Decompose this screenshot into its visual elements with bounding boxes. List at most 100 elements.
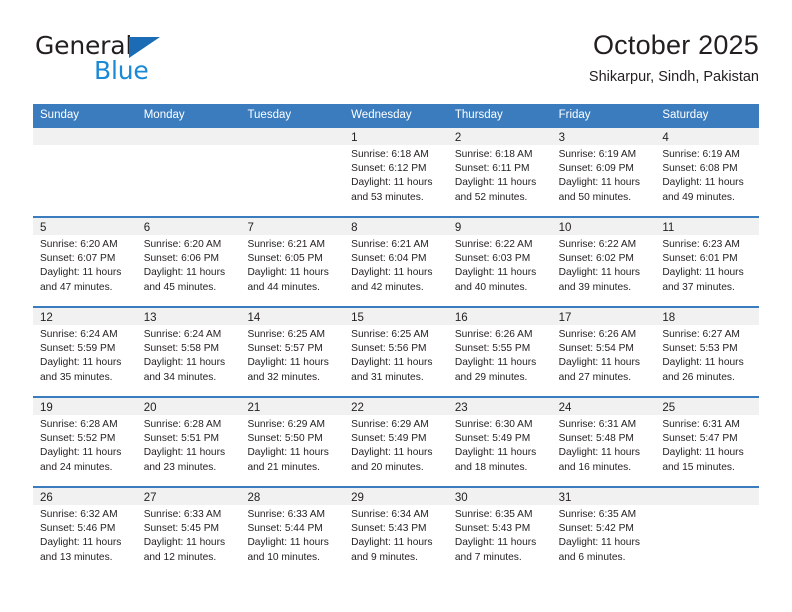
general-blue-logo: General Blue [33,32,223,88]
calendar-day-cell[interactable]: 27 Sunrise: 6:33 AM Sunset: 5:45 PM Dayl… [136,488,241,576]
calendar-week-row: 19 Sunrise: 6:28 AM Sunset: 5:52 PM Dayl… [33,396,760,486]
calendar-day-cell[interactable]: 24 Sunrise: 6:31 AM Sunset: 5:48 PM Dayl… [551,398,656,486]
day-number: 28 [247,492,261,504]
daylight-text-line1: Daylight: 11 hours [40,537,122,549]
daylight-text-line1: Daylight: 11 hours [662,447,744,459]
calendar-day-cell[interactable]: 2 Sunrise: 6:18 AM Sunset: 6:11 PM Dayli… [447,128,552,216]
day-number: 16 [454,312,468,324]
day-number: 9 [454,222,462,234]
sunrise-text: Sunrise: 6:24 AM [40,329,118,340]
sunset-text: Sunset: 5:50 PM [247,433,323,445]
weekday-friday: Friday [558,109,591,121]
day-number: 23 [454,402,468,414]
day-number: 12 [40,312,53,324]
calendar-day-cell[interactable]: 19 Sunrise: 6:28 AM Sunset: 5:52 PM Dayl… [33,398,137,486]
calendar-day-cell[interactable]: 16 Sunrise: 6:26 AM Sunset: 5:55 PM Dayl… [447,308,552,396]
calendar-day-cell[interactable]: 10 Sunrise: 6:22 AM Sunset: 6:02 PM Dayl… [551,218,656,306]
sunset-text: Sunset: 6:09 PM [558,163,634,175]
calendar-day-cell[interactable]: 17 Sunrise: 6:26 AM Sunset: 5:54 PM Dayl… [551,308,656,396]
calendar-day-cell[interactable]: 7 Sunrise: 6:21 AM Sunset: 6:05 PM Dayli… [240,218,345,306]
daylight-text-line2: and 44 minutes. [247,281,320,293]
calendar-week-row: 1 Sunrise: 6:18 AM Sunset: 6:12 PM Dayli… [33,126,760,216]
calendar-day-cell[interactable]: 25 Sunrise: 6:31 AM Sunset: 5:47 PM Dayl… [655,398,760,486]
calendar-day-cell[interactable]: 28 Sunrise: 6:33 AM Sunset: 5:44 PM Dayl… [240,488,345,576]
sunset-text: Sunset: 5:51 PM [143,433,220,445]
calendar-day-cell[interactable]: 11 Sunrise: 6:23 AM Sunset: 6:01 PM Dayl… [655,218,760,306]
calendar-day-cell[interactable]: 21 Sunrise: 6:29 AM Sunset: 5:50 PM Dayl… [240,398,345,486]
sunset-text: Sunset: 6:11 PM [454,163,530,175]
calendar-day-cell[interactable] [240,128,345,216]
logo-text-blue: Blue [94,56,149,85]
calendar-day-cell[interactable]: 12 Sunrise: 6:24 AM Sunset: 5:59 PM Dayl… [33,308,137,396]
daylight-text-line2: and 13 minutes. [40,551,113,563]
sunset-text: Sunset: 6:08 PM [662,163,738,175]
calendar-day-cell[interactable]: 31 Sunrise: 6:35 AM Sunset: 5:42 PM Dayl… [551,488,656,576]
calendar-day-cell[interactable] [33,128,137,216]
daylight-text-line1: Daylight: 11 hours [662,357,744,369]
calendar-day-cell[interactable]: 30 Sunrise: 6:35 AM Sunset: 5:43 PM Dayl… [447,488,552,576]
sunset-text: Sunset: 5:48 PM [558,433,634,445]
daylight-text-line1: Daylight: 11 hours [454,177,537,189]
sunset-text: Sunset: 6:03 PM [454,253,531,265]
daylight-text-line1: Daylight: 11 hours [662,177,744,189]
day-number: 19 [40,402,53,414]
daylight-text-line1: Daylight: 11 hours [247,267,329,279]
calendar-day-cell[interactable]: 15 Sunrise: 6:25 AM Sunset: 5:56 PM Dayl… [344,308,448,396]
sunrise-text: Sunrise: 6:30 AM [454,419,533,430]
calendar-day-cell[interactable]: 4 Sunrise: 6:19 AM Sunset: 6:08 PM Dayli… [655,128,760,216]
calendar-day-cell[interactable]: 3 Sunrise: 6:19 AM Sunset: 6:09 PM Dayli… [551,128,656,216]
calendar-day-cell[interactable]: 22 Sunrise: 6:29 AM Sunset: 5:49 PM Dayl… [344,398,448,486]
sunset-text: Sunset: 5:42 PM [558,523,634,535]
daylight-text-line2: and 39 minutes. [558,281,632,293]
day-number: 24 [558,402,572,414]
calendar-day-cell[interactable] [136,128,241,216]
calendar-week-row: 26 Sunrise: 6:32 AM Sunset: 5:46 PM Dayl… [33,486,760,576]
daylight-text-line2: and 34 minutes. [143,371,217,383]
calendar-day-cell[interactable]: 6 Sunrise: 6:20 AM Sunset: 6:06 PM Dayli… [136,218,241,306]
day-number: 7 [247,222,254,234]
daylight-text-line2: and 29 minutes. [454,371,528,383]
daylight-text-line1: Daylight: 11 hours [247,357,329,369]
calendar-day-cell[interactable]: 1 Sunrise: 6:18 AM Sunset: 6:12 PM Dayli… [344,128,448,216]
day-number: 27 [143,492,157,504]
calendar-week-row: 12 Sunrise: 6:24 AM Sunset: 5:59 PM Dayl… [33,306,760,396]
sunrise-text: Sunrise: 6:22 AM [454,239,533,250]
daylight-text-line1: Daylight: 11 hours [143,267,226,279]
sunset-text: Sunset: 6:04 PM [351,253,427,265]
weekday-header-row: Sunday Monday Tuesday Wednesday Thursday… [33,104,759,126]
day-number: 17 [558,312,572,324]
calendar-day-cell[interactable]: 20 Sunrise: 6:28 AM Sunset: 5:51 PM Dayl… [136,398,241,486]
sunrise-text: Sunrise: 6:28 AM [40,419,118,430]
daylight-text-line2: and 10 minutes. [247,551,320,563]
calendar-day-cell[interactable]: 8 Sunrise: 6:21 AM Sunset: 6:04 PM Dayli… [344,218,448,306]
day-number: 1 [351,132,358,144]
calendar-day-cell[interactable]: 23 Sunrise: 6:30 AM Sunset: 5:49 PM Dayl… [447,398,552,486]
calendar-day-cell[interactable]: 26 Sunrise: 6:32 AM Sunset: 5:46 PM Dayl… [33,488,137,576]
sunset-text: Sunset: 6:12 PM [351,163,427,175]
daylight-text-line2: and 35 minutes. [40,371,113,383]
daylight-text-line2: and 27 minutes. [558,371,632,383]
calendar-day-cell[interactable]: 18 Sunrise: 6:27 AM Sunset: 5:53 PM Dayl… [655,308,760,396]
calendar-day-cell[interactable] [655,488,760,576]
sunset-text: Sunset: 5:55 PM [454,343,531,355]
calendar-week-row: 5 Sunrise: 6:20 AM Sunset: 6:07 PM Dayli… [33,216,760,306]
day-number: 15 [351,312,364,324]
calendar-day-cell[interactable]: 5 Sunrise: 6:20 AM Sunset: 6:07 PM Dayli… [33,218,137,306]
daylight-text-line1: Daylight: 11 hours [351,537,433,549]
sunrise-text: Sunrise: 6:32 AM [40,509,118,520]
calendar-day-cell[interactable]: 29 Sunrise: 6:34 AM Sunset: 5:43 PM Dayl… [344,488,448,576]
daylight-text-line1: Daylight: 11 hours [558,447,640,459]
sunset-text: Sunset: 5:53 PM [662,343,738,355]
sunset-text: Sunset: 5:44 PM [247,523,323,535]
sunrise-text: Sunrise: 6:34 AM [351,509,429,520]
calendar-day-cell[interactable]: 9 Sunrise: 6:22 AM Sunset: 6:03 PM Dayli… [447,218,552,306]
day-number: 29 [351,492,364,504]
daylight-text-line1: Daylight: 11 hours [454,537,537,549]
daylight-text-line1: Daylight: 11 hours [143,537,226,549]
sunset-text: Sunset: 5:56 PM [351,343,427,355]
daylight-text-line2: and 40 minutes. [454,281,528,293]
sunset-text: Sunset: 5:43 PM [351,523,427,535]
calendar-day-cell[interactable]: 14 Sunrise: 6:25 AM Sunset: 5:57 PM Dayl… [240,308,345,396]
sunset-text: Sunset: 5:43 PM [454,523,531,535]
calendar-day-cell[interactable]: 13 Sunrise: 6:24 AM Sunset: 5:58 PM Dayl… [136,308,241,396]
